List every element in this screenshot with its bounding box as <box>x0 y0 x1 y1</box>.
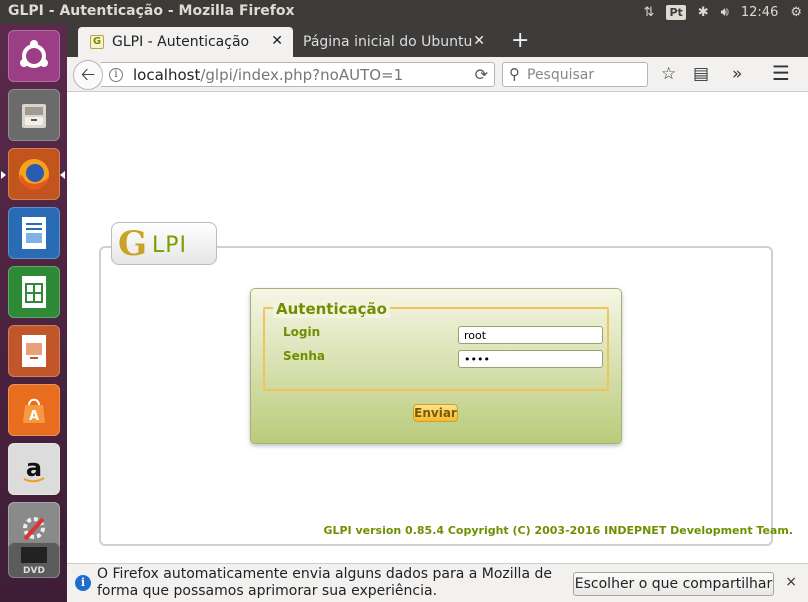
window-title: GLPI - Autenticação - Mozilla Firefox <box>8 3 295 19</box>
libreoffice-impress-icon[interactable] <box>8 325 60 377</box>
enviar-button[interactable]: Enviar <box>413 404 458 422</box>
tab-glpi[interactable]: G GLPI - Autenticação ✕ <box>78 27 293 57</box>
network-icon[interactable]: ⇅ <box>644 5 655 20</box>
bookmark-star-icon[interactable]: ☆ <box>661 64 676 84</box>
gear-icon[interactable]: ⚙ <box>790 5 802 20</box>
version-footer: GLPI version 0.85.4 Copyright (C) 2003-2… <box>323 524 793 537</box>
back-button[interactable]: 🡠 <box>73 60 103 90</box>
url-path: /glpi/index.php?noAUTO=1 <box>200 66 404 84</box>
files-icon[interactable] <box>8 89 60 141</box>
glpi-favicon-icon: G <box>90 35 104 49</box>
url-bar[interactable]: i localhost/glpi/index.php?noAUTO=1 ⟳ <box>101 62 495 87</box>
tab-label: GLPI - Autenticação <box>112 34 250 50</box>
svg-text:a: a <box>26 454 42 482</box>
svg-text:DVD: DVD <box>23 566 45 575</box>
logo-g: G <box>118 224 148 264</box>
search-placeholder: Pesquisar <box>527 67 595 83</box>
tab-bar: G GLPI - Autenticação ✕ Página inicial d… <box>67 24 808 57</box>
dvd-icon[interactable]: DVD <box>8 542 60 578</box>
amazon-icon[interactable]: a <box>8 443 60 495</box>
site-info-icon[interactable]: i <box>109 68 123 82</box>
auth-fieldset: Login Senha <box>263 307 609 391</box>
libreoffice-writer-icon[interactable] <box>8 207 60 259</box>
new-tab-button[interactable]: + <box>511 28 529 53</box>
search-icon: ⚲ <box>509 65 520 83</box>
tab-label: Página inicial do Ubuntu <box>303 34 473 50</box>
bluetooth-icon[interactable]: ✱ <box>698 5 709 20</box>
system-tray: ⇅ Pt ✱ 🔊︎ 12:46 ⚙ <box>644 0 802 24</box>
info-icon: i <box>75 575 91 591</box>
ubuntu-dash-icon[interactable] <box>8 30 60 82</box>
notification-text: O Firefox automaticamente envia alguns d… <box>97 566 552 599</box>
page-content: G LPI Login Senha Autenticação Enviar GL… <box>67 92 808 563</box>
hamburger-menu-icon[interactable]: ☰ <box>772 61 790 85</box>
password-label: Senha <box>283 349 325 363</box>
reading-list-icon[interactable]: ▤ <box>693 64 709 84</box>
close-tab-icon[interactable]: ✕ <box>473 33 485 49</box>
password-input[interactable] <box>458 350 603 368</box>
auth-legend: Autenticação <box>273 300 390 318</box>
choose-share-button[interactable]: Escolher o que compartilhar <box>573 572 774 596</box>
launcher: A a DVD <box>0 24 67 602</box>
close-icon[interactable]: × <box>785 574 797 590</box>
keyboard-layout-indicator[interactable]: Pt <box>666 4 686 20</box>
login-box: Login Senha Autenticação Enviar <box>250 288 622 444</box>
navigation-bar: i localhost/glpi/index.php?noAUTO=1 ⟳ 🡠 … <box>67 57 808 92</box>
close-tab-icon[interactable]: ✕ <box>271 33 283 49</box>
login-label: Login <box>283 325 321 339</box>
active-app-indicator <box>1 171 6 179</box>
url-host: localhost <box>133 66 201 84</box>
notification-bar: i O Firefox automaticamente envia alguns… <box>67 563 808 602</box>
volume-icon[interactable]: 🔊︎ <box>721 5 729 20</box>
software-center-icon[interactable]: A <box>8 384 60 436</box>
firefox-icon[interactable] <box>8 148 60 200</box>
svg-text:A: A <box>29 409 39 424</box>
search-bar[interactable]: ⚲ Pesquisar <box>502 62 648 87</box>
top-panel: GLPI - Autenticação - Mozilla Firefox ⇅ … <box>0 0 808 24</box>
url-text[interactable]: localhost/glpi/index.php?noAUTO=1 <box>133 66 403 84</box>
clock[interactable]: 12:46 <box>741 5 778 20</box>
tab-ubuntu-home[interactable]: Página inicial do Ubuntu ✕ <box>295 27 495 57</box>
overflow-chevron-icon[interactable]: » <box>732 64 742 84</box>
libreoffice-calc-icon[interactable] <box>8 266 60 318</box>
logo-text: LPI <box>152 233 188 258</box>
glpi-logo: G LPI <box>111 222 217 265</box>
reload-icon[interactable]: ⟳ <box>475 65 488 84</box>
active-app-indicator-right <box>60 171 65 179</box>
login-input[interactable] <box>458 326 603 344</box>
